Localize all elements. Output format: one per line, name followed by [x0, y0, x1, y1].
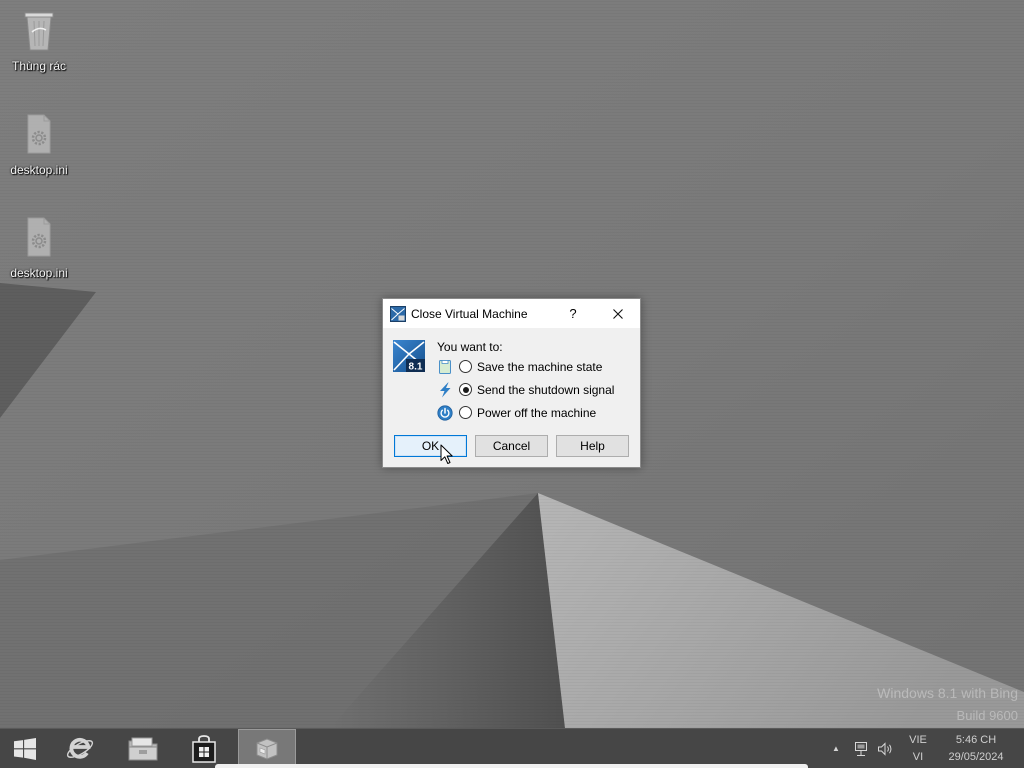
desktop-icon-label: desktop.ini	[10, 266, 68, 280]
taskbar-app-virtualbox[interactable]	[238, 729, 296, 768]
dialog-prompt: You want to:	[437, 340, 503, 354]
guest-os-logo: 8.1	[393, 340, 425, 373]
os-version-badge: 8.1	[409, 362, 423, 373]
settings-file-icon	[19, 215, 59, 259]
start-button[interactable]	[3, 729, 47, 768]
desktop-screen: Thùng rác desktop.ini desktop.ini Window…	[0, 0, 1024, 768]
taskbar-app-file-explorer[interactable]	[115, 729, 171, 768]
store-icon	[192, 734, 216, 763]
dialog-title: Close Virtual Machine	[411, 307, 528, 321]
radio-shutdown-signal[interactable]	[459, 383, 472, 396]
dialog-titlebar[interactable]: Close Virtual Machine ?	[383, 299, 640, 328]
radio-power-off[interactable]	[459, 406, 472, 419]
ok-button[interactable]: OK	[394, 435, 467, 457]
power-off-icon	[437, 405, 453, 421]
option-label: Save the machine state	[477, 360, 603, 374]
close-vm-dialog: Close Virtual Machine ? 8.1 You want to:…	[382, 298, 641, 468]
save-state-icon	[437, 359, 453, 375]
help-button[interactable]: Help	[556, 435, 629, 457]
close-icon	[613, 309, 623, 319]
option-label: Send the shutdown signal	[477, 383, 615, 397]
recycle-bin-icon	[19, 8, 59, 52]
desktop-icon-recycle-bin[interactable]: Thùng rác	[0, 8, 78, 78]
help-title-button[interactable]: ?	[558, 299, 588, 328]
tray-clock[interactable]: 5:46 CH 29/05/2024	[944, 729, 1008, 768]
clock-date: 29/05/2024	[948, 751, 1004, 763]
virtualbox-vm-icon	[390, 306, 406, 322]
network-icon	[855, 741, 867, 756]
settings-file-icon	[19, 112, 59, 156]
option-power-off[interactable]: Power off the machine	[437, 403, 632, 423]
desktop-icon-label: desktop.ini	[10, 163, 68, 177]
cancel-button[interactable]: Cancel	[475, 435, 548, 457]
tray-overflow-button[interactable]: ▲	[828, 729, 844, 768]
taskbar: ▲ VIE VI 5:46 CH 29/05/2024	[0, 728, 1024, 768]
volume-icon	[878, 741, 892, 756]
desktop-icon-desktop-ini[interactable]: desktop.ini	[0, 112, 78, 182]
windows-start-icon	[14, 737, 36, 760]
internet-explorer-icon	[66, 737, 94, 759]
taskbar-app-internet-explorer[interactable]	[52, 729, 108, 768]
shutdown-signal-icon	[437, 382, 453, 398]
tray-volume-button[interactable]	[876, 729, 894, 768]
os-watermark-edition: Windows 8.1 with Bing	[877, 685, 1018, 701]
tray-network-button[interactable]	[852, 729, 870, 768]
option-save-state[interactable]: Save the machine state	[437, 357, 632, 377]
desktop-icon-desktop-ini[interactable]: desktop.ini	[0, 215, 78, 285]
keyboard-layout-label: VI	[912, 751, 924, 763]
close-button[interactable]	[600, 299, 636, 328]
tray-input-language[interactable]: VIE VI	[900, 729, 936, 768]
option-label: Power off the machine	[477, 406, 597, 420]
taskbar-app-store[interactable]	[176, 729, 232, 768]
clock-time: 5:46 CH	[955, 734, 997, 746]
input-language-label: VIE	[909, 734, 927, 746]
desktop-icon-label: Thùng rác	[11, 59, 67, 73]
screen-bottom-bar	[215, 764, 808, 768]
file-explorer-icon	[128, 737, 158, 760]
option-shutdown-signal[interactable]: Send the shutdown signal	[437, 380, 632, 400]
virtualbox-app-icon	[256, 737, 278, 760]
os-watermark-build: Build 9600	[956, 708, 1018, 723]
mouse-pointer-icon	[440, 444, 453, 464]
radio-save-state[interactable]	[459, 360, 472, 373]
